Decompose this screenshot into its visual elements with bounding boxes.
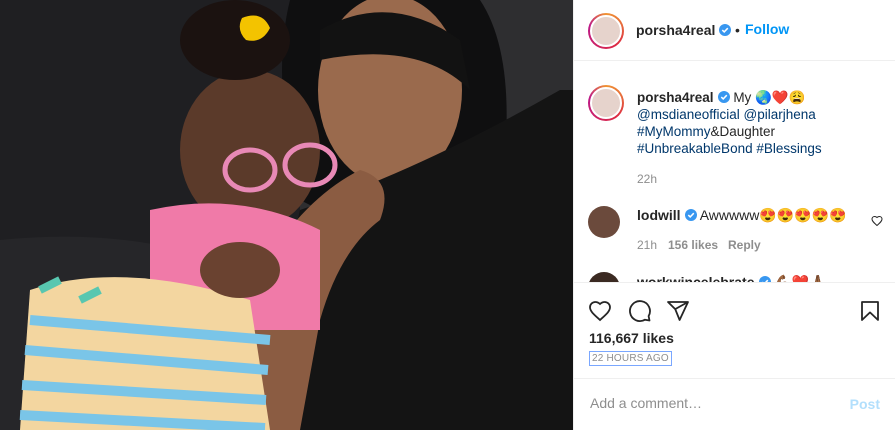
photo-image bbox=[0, 0, 573, 430]
likes-count[interactable]: 116,667 likes bbox=[589, 330, 674, 346]
caption-word: &Daughter bbox=[710, 124, 776, 139]
separator-dot: • bbox=[735, 22, 740, 38]
caption-avatar[interactable] bbox=[588, 85, 624, 121]
author-username-text: porsha4real bbox=[636, 22, 716, 38]
comment-row: lodwill Awwwww😍😍😍😍😍 bbox=[637, 207, 846, 224]
comment-row-cut: workwincelebrate 💪🏾❤️🙏🏾 bbox=[574, 262, 895, 282]
verified-icon bbox=[684, 209, 697, 221]
comment-username[interactable]: lodwill bbox=[637, 207, 681, 223]
post-photo[interactable] bbox=[0, 0, 573, 430]
comment-icon[interactable] bbox=[628, 299, 652, 323]
post-details-panel: porsha4real • Follow porsha4real My 🌏❤️😩… bbox=[573, 0, 895, 430]
caption-username[interactable]: porsha4real bbox=[637, 90, 714, 105]
author-username[interactable]: porsha4real bbox=[636, 22, 732, 38]
mention-link[interactable]: @pilarjhena bbox=[744, 107, 816, 122]
author-avatar[interactable] bbox=[588, 13, 624, 49]
save-bookmark-icon[interactable] bbox=[858, 299, 882, 323]
add-comment-input[interactable] bbox=[588, 394, 832, 412]
comment-text: Awwwww😍😍😍😍😍 bbox=[699, 207, 847, 223]
comment-text: 💪🏾❤️🙏🏾 bbox=[774, 274, 827, 282]
caption-word: My bbox=[733, 90, 752, 105]
hashtag-link[interactable]: #MyMommy bbox=[637, 124, 711, 139]
add-comment-bar: Post bbox=[574, 378, 895, 431]
verified-icon bbox=[717, 91, 730, 103]
comment-likes[interactable]: 156 likes bbox=[668, 238, 718, 252]
post-comment-button[interactable]: Post bbox=[850, 396, 880, 412]
post-age[interactable]: 22 HOURS AGO bbox=[589, 351, 672, 366]
caption-emojis: 🌏❤️😩 bbox=[755, 90, 806, 105]
caption-time[interactable]: 22h bbox=[637, 172, 657, 186]
comment-row: workwincelebrate 💪🏾❤️🙏🏾 bbox=[637, 274, 827, 282]
caption-text: porsha4real My 🌏❤️😩 @msdianeofficial @pi… bbox=[637, 89, 877, 157]
mention-link[interactable]: @msdianeofficial bbox=[637, 107, 740, 122]
post-header: porsha4real • Follow bbox=[574, 0, 895, 61]
verified-icon bbox=[719, 24, 732, 36]
like-heart-icon[interactable] bbox=[588, 299, 612, 323]
follow-button[interactable]: Follow bbox=[745, 21, 789, 37]
like-comment-heart-icon[interactable] bbox=[871, 215, 883, 227]
commenter-avatar[interactable] bbox=[588, 206, 620, 238]
comment-username[interactable]: workwincelebrate bbox=[637, 274, 755, 282]
hashtag-link[interactable]: #UnbreakableBond bbox=[637, 141, 753, 156]
comment-time[interactable]: 21h bbox=[637, 238, 657, 252]
commenter-avatar[interactable] bbox=[588, 272, 620, 282]
reply-button[interactable]: Reply bbox=[728, 238, 761, 252]
share-icon[interactable] bbox=[666, 299, 690, 323]
hashtag-link[interactable]: #Blessings bbox=[756, 141, 821, 156]
